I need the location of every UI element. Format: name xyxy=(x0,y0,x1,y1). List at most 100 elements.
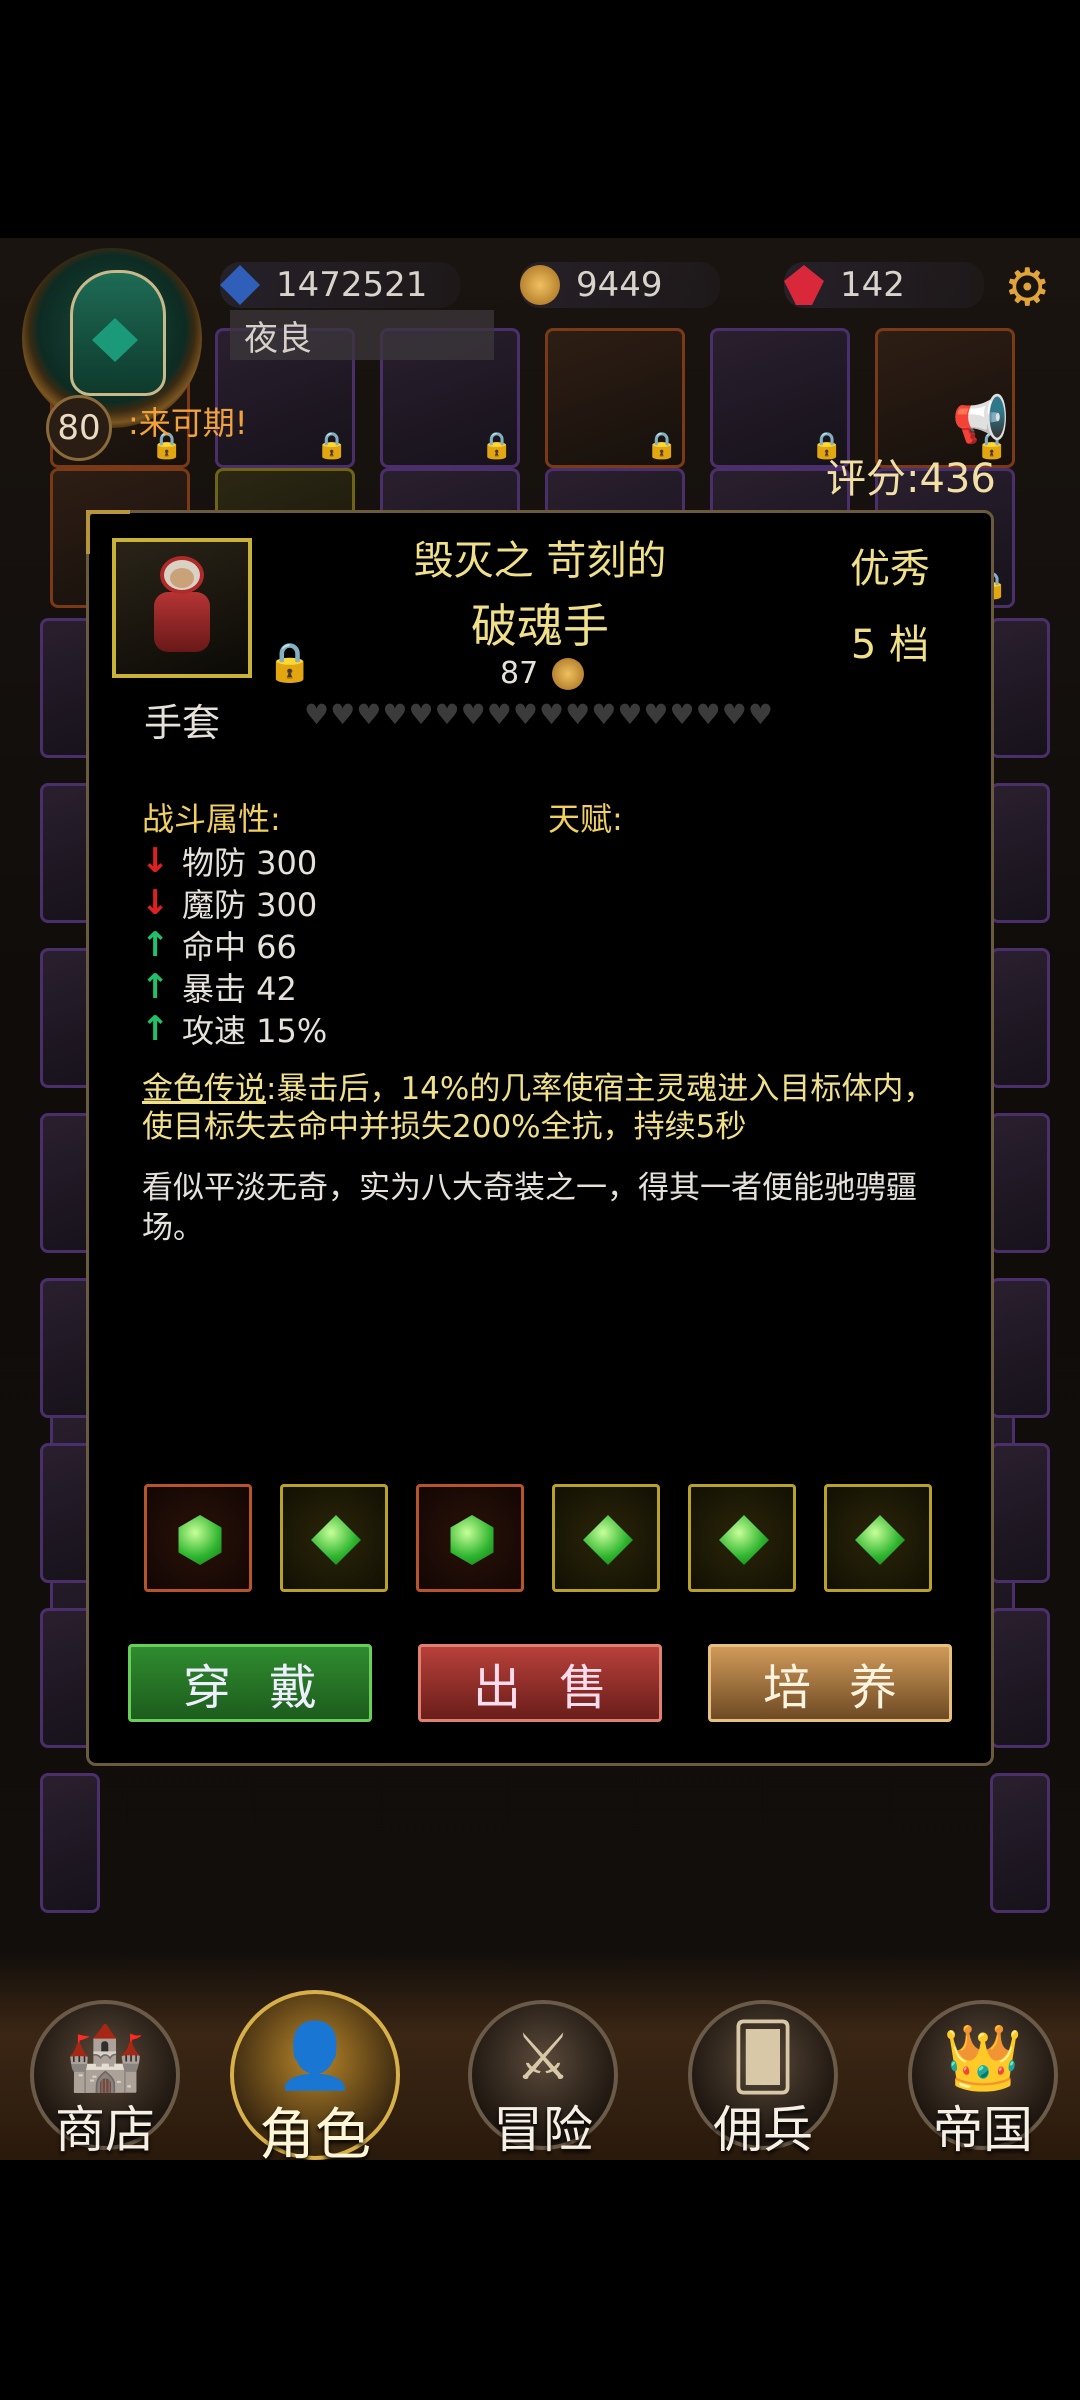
enhance-hearts: ♥ ♥ ♥ ♥ ♥ ♥ ♥ ♥ ♥ ♥ ♥ ♥ ♥ ♥ ♥ ♥ ♥ ♥ xyxy=(304,698,773,731)
arrow-down-icon: ↓ xyxy=(140,883,170,923)
combat-attribute: ↓ 魔防 300 xyxy=(140,880,318,926)
combat-attribute: ↑ 攻速 15% xyxy=(140,1006,328,1052)
heart-icon: ♥ xyxy=(669,698,695,731)
lock-icon: 🔒 xyxy=(315,431,348,461)
gem-socket[interactable] xyxy=(552,1484,660,1592)
crown-icon: 👑 xyxy=(943,2021,1023,2096)
item-lock-icon[interactable]: 🔒 xyxy=(266,640,313,685)
heart-icon: ♥ xyxy=(617,698,643,731)
lock-icon: 🔒 xyxy=(480,431,513,461)
nav-label[interactable]: 商店 xyxy=(25,2090,185,2162)
emerald-gem-icon xyxy=(583,1515,633,1565)
status-bar-area xyxy=(0,0,1080,238)
heart-icon: ♥ xyxy=(591,698,617,731)
inventory-slot[interactable] xyxy=(990,948,1050,1088)
gem-socket[interactable] xyxy=(144,1484,252,1592)
combat-attribute-label: 魔防 300 xyxy=(182,886,318,924)
combat-attribute-label: 命中 66 xyxy=(182,928,297,966)
inventory-slot[interactable] xyxy=(990,1608,1050,1748)
emerald-gem-icon xyxy=(178,1515,222,1565)
inventory-slot[interactable] xyxy=(990,618,1050,758)
player-level-badge: 80 xyxy=(46,395,112,461)
inventory-slot[interactable] xyxy=(990,1113,1050,1253)
heart-icon: ♥ xyxy=(408,698,434,731)
equipment-score: 评分:436 xyxy=(826,456,996,502)
heart-icon: ♥ xyxy=(538,698,565,731)
combat-attribute: ↑ 暴击 42 xyxy=(140,964,297,1010)
heart-icon: ♥ xyxy=(382,698,408,731)
gold-value: 9449 xyxy=(576,265,663,305)
heart-icon: ♥ xyxy=(695,698,721,731)
inventory-slot[interactable] xyxy=(990,1773,1050,1913)
item-portrait-icon xyxy=(146,556,218,660)
arrow-up-icon: ↑ xyxy=(140,967,170,1007)
inventory-slot[interactable]: 🔒 xyxy=(545,328,685,468)
system-nav-area xyxy=(0,2160,1080,2400)
gem-socket[interactable] xyxy=(688,1484,796,1592)
gold-coin-icon xyxy=(552,657,585,690)
heart-icon: ♥ xyxy=(643,698,669,731)
nav-label[interactable]: 佣兵 xyxy=(683,2090,843,2162)
legendary-effect: 金色传说:暴击后，14%的几率使宿主灵魂进入目标体内，使目标失去命中并损失200… xyxy=(142,1070,952,1146)
heart-icon: ♥ xyxy=(330,698,356,731)
hooded-character-icon: 👤 xyxy=(275,2019,355,2094)
combat-attribute: ↓ 物防 300 xyxy=(140,838,318,884)
ruby-counter: 142 xyxy=(784,262,984,308)
item-tier: 5 档 xyxy=(850,622,930,668)
emerald-gem-icon xyxy=(719,1515,769,1565)
inventory-slot[interactable] xyxy=(990,783,1050,923)
emerald-gem-icon xyxy=(450,1515,494,1565)
combat-attribute-label: 攻速 15% xyxy=(182,1012,328,1050)
settings-gear-icon[interactable]: ⚙ xyxy=(1004,258,1051,318)
mercenary-card-icon: 🂠 xyxy=(730,2020,796,2095)
gem-socket[interactable] xyxy=(280,1484,388,1592)
heart-icon: ♥ xyxy=(460,698,486,731)
nav-label[interactable]: 帝国 xyxy=(903,2090,1063,2162)
train-button[interactable]: 培养 xyxy=(708,1644,952,1722)
item-name: 破魂手 xyxy=(471,599,609,653)
item-affix: 毁灭之 苛刻的 xyxy=(413,538,667,584)
item-type: 手套 xyxy=(144,701,221,745)
nav-label[interactable]: 冒险 xyxy=(463,2090,623,2162)
wear-button[interactable]: 穿戴 xyxy=(128,1644,372,1722)
player-name: 夜良 xyxy=(230,310,494,360)
heart-icon: ♥ xyxy=(304,698,330,731)
announcement-marquee: :来可期! xyxy=(128,404,248,442)
nav-label[interactable]: 角色 xyxy=(235,2090,395,2171)
ruby-icon xyxy=(784,265,824,305)
announcement-horn-icon[interactable]: 📢 xyxy=(952,392,1009,447)
inventory-slot[interactable] xyxy=(990,1443,1050,1583)
sell-button[interactable]: 出售 xyxy=(418,1644,662,1722)
item-lore: 看似平淡无奇，实为八大奇装之一，得其一者便能驰骋疆场。 xyxy=(142,1170,917,1246)
castle-icon: 🏰 xyxy=(65,2021,145,2096)
sapphire-value: 1472521 xyxy=(276,265,428,305)
heart-icon: ♥ xyxy=(565,698,591,731)
heart-icon: ♥ xyxy=(747,698,773,731)
heart-icon: ♥ xyxy=(356,698,382,731)
combat-attributes-title: 战斗属性: xyxy=(142,800,281,838)
item-quality: 优秀 xyxy=(850,546,930,592)
sapphire-counter: 1472521 xyxy=(220,262,460,308)
inventory-slot[interactable] xyxy=(40,1773,100,1913)
gem-socket[interactable] xyxy=(824,1484,932,1592)
combat-attribute-label: 物防 300 xyxy=(182,844,318,882)
item-price-value: 87 xyxy=(500,656,539,691)
inventory-slot[interactable] xyxy=(990,1278,1050,1418)
arrow-down-icon: ↓ xyxy=(140,841,170,881)
gem-socket[interactable] xyxy=(416,1484,524,1592)
lock-icon: 🔒 xyxy=(645,431,678,461)
talent-title: 天赋: xyxy=(548,800,623,838)
crossed-swords-icon: ⚔ xyxy=(514,2020,572,2095)
gold-counter: 9449 xyxy=(520,262,720,308)
sapphire-icon xyxy=(220,265,260,305)
legendary-label: 金色传说 xyxy=(142,1071,266,1107)
arrow-up-icon: ↑ xyxy=(140,925,170,965)
ruby-value: 142 xyxy=(840,265,905,305)
emerald-gem-icon xyxy=(855,1515,905,1565)
heart-icon: ♥ xyxy=(486,698,512,731)
combat-attribute-label: 暴击 42 xyxy=(182,970,297,1008)
arrow-up-icon: ↑ xyxy=(140,1009,170,1049)
item-price: 87 xyxy=(500,656,585,691)
heart-icon: ♥ xyxy=(721,698,747,731)
gold-coin-icon xyxy=(520,265,560,305)
